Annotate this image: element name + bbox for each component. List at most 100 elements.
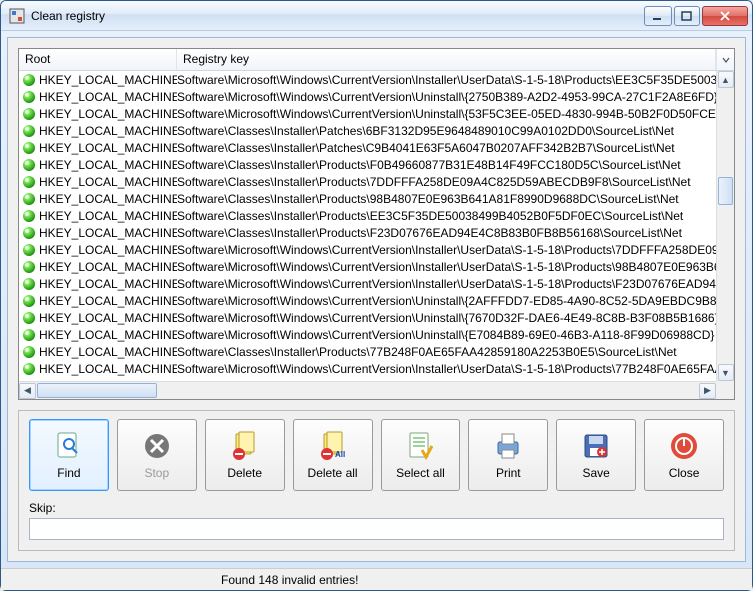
table-row[interactable]: HKEY_LOCAL_MACHINESoftware\Microsoft\Win… — [19, 275, 716, 292]
cell-root: HKEY_LOCAL_MACHINE — [39, 107, 177, 121]
cell-key: Software\Microsoft\Windows\CurrentVersio… — [177, 260, 716, 274]
cell-root: HKEY_LOCAL_MACHINE — [39, 243, 177, 257]
cell-root: HKEY_LOCAL_MACHINE — [39, 277, 177, 291]
table-row[interactable]: HKEY_LOCAL_MACHINESoftware\Microsoft\Win… — [19, 309, 716, 326]
cell-root: HKEY_LOCAL_MACHINE — [39, 362, 177, 376]
table-row[interactable]: HKEY_LOCAL_MACHINESoftware\Classes\Insta… — [19, 173, 716, 190]
status-bullet-icon — [22, 277, 36, 291]
scroll-left-icon[interactable]: ◀ — [19, 383, 36, 399]
button-label: Delete all — [308, 466, 358, 480]
scroll-up-icon[interactable]: ▲ — [718, 71, 734, 88]
status-bullet-icon — [22, 141, 36, 155]
save-icon — [580, 430, 612, 462]
horizontal-scrollbar[interactable]: ◀ ▶ — [19, 381, 716, 399]
delete-button[interactable]: Delete — [205, 419, 285, 491]
table-row[interactable]: HKEY_LOCAL_MACHINESoftware\Microsoft\Win… — [19, 258, 716, 275]
cell-key: Software\Classes\Installer\Products\F23D… — [177, 226, 716, 240]
column-overflow[interactable] — [716, 49, 734, 70]
status-bullet-icon — [22, 362, 36, 376]
skip-input[interactable] — [29, 518, 724, 540]
table-row[interactable]: HKEY_LOCAL_MACHINESoftware\Microsoft\Win… — [19, 71, 716, 88]
scroll-corner — [716, 381, 734, 399]
cell-key: Software\Microsoft\Windows\CurrentVersio… — [177, 311, 716, 325]
cell-root: HKEY_LOCAL_MACHINE — [39, 192, 177, 206]
table-row[interactable]: HKEY_LOCAL_MACHINESoftware\Microsoft\Win… — [19, 105, 716, 122]
cell-key: Software\Microsoft\Windows\CurrentVersio… — [177, 277, 716, 291]
table-row[interactable]: HKEY_LOCAL_MACHINESoftware\Classes\Insta… — [19, 343, 716, 360]
select-all-button[interactable]: Select all — [381, 419, 461, 491]
cell-key: Software\Microsoft\Windows\CurrentVersio… — [177, 243, 716, 257]
app-icon — [9, 8, 25, 24]
cell-root: HKEY_LOCAL_MACHINE — [39, 158, 177, 172]
cell-key: Software\Classes\Installer\Products\EE3C… — [177, 209, 716, 223]
cell-key: Software\Classes\Installer\Products\7DDF… — [177, 175, 716, 189]
status-bullet-icon — [22, 260, 36, 274]
minimize-button[interactable] — [644, 6, 672, 26]
table-row[interactable]: HKEY_LOCAL_MACHINESoftware\Classes\Insta… — [19, 207, 716, 224]
scroll-thumb-vertical[interactable] — [718, 177, 733, 205]
select-all-icon — [404, 430, 436, 462]
close-icon — [668, 430, 700, 462]
find-icon — [53, 430, 85, 462]
close-button[interactable]: Close — [644, 419, 724, 491]
table-row[interactable]: HKEY_LOCAL_MACHINESoftware\Microsoft\Win… — [19, 360, 716, 377]
button-label: Stop — [144, 466, 169, 480]
cell-root: HKEY_LOCAL_MACHINE — [39, 124, 177, 138]
cell-key: Software\Microsoft\Windows\CurrentVersio… — [177, 90, 716, 104]
button-label: Save — [583, 466, 610, 480]
table-row[interactable]: HKEY_LOCAL_MACHINESoftware\Classes\Insta… — [19, 156, 716, 173]
scroll-down-icon[interactable]: ▼ — [718, 364, 734, 381]
status-bullet-icon — [22, 345, 36, 359]
table-row[interactable]: HKEY_LOCAL_MACHINESoftware\Classes\Insta… — [19, 139, 716, 156]
scroll-right-icon[interactable]: ▶ — [699, 383, 716, 399]
list-header: Root Registry key — [19, 49, 734, 71]
button-label: Select all — [396, 466, 445, 480]
scroll-thumb-horizontal[interactable] — [37, 383, 157, 398]
svg-text:All: All — [335, 450, 345, 459]
column-root[interactable]: Root — [19, 49, 177, 70]
status-bullet-icon — [22, 226, 36, 240]
status-bullet-icon — [22, 192, 36, 206]
print-button[interactable]: Print — [468, 419, 548, 491]
table-row[interactable]: HKEY_LOCAL_MACHINESoftware\Microsoft\Win… — [19, 326, 716, 343]
client-area: Root Registry key HKEY_LOCAL_MACHINESoft… — [7, 37, 746, 562]
button-label: Close — [669, 466, 700, 480]
cell-root: HKEY_LOCAL_MACHINE — [39, 328, 177, 342]
maximize-button[interactable] — [674, 6, 700, 26]
cell-key: Software\Microsoft\Windows\CurrentVersio… — [177, 107, 716, 121]
table-row[interactable]: HKEY_LOCAL_MACHINESoftware\Microsoft\Win… — [19, 241, 716, 258]
table-row[interactable]: HKEY_LOCAL_MACHINESoftware\Microsoft\Win… — [19, 88, 716, 105]
save-button[interactable]: Save — [556, 419, 636, 491]
button-label: Delete — [227, 466, 262, 480]
cell-root: HKEY_LOCAL_MACHINE — [39, 311, 177, 325]
find-button[interactable]: Find — [29, 419, 109, 491]
cell-key: Software\Microsoft\Windows\CurrentVersio… — [177, 328, 716, 342]
cell-key: Software\Microsoft\Windows\CurrentVersio… — [177, 294, 716, 308]
cell-key: Software\Classes\Installer\Patches\6BF31… — [177, 124, 716, 138]
cell-root: HKEY_LOCAL_MACHINE — [39, 226, 177, 240]
table-row[interactable]: HKEY_LOCAL_MACHINESoftware\Classes\Insta… — [19, 224, 716, 241]
cell-root: HKEY_LOCAL_MACHINE — [39, 141, 177, 155]
cell-key: Software\Classes\Installer\Products\77B2… — [177, 345, 716, 359]
status-text: Found 148 invalid entries! — [221, 573, 358, 587]
table-row[interactable]: HKEY_LOCAL_MACHINESoftware\Classes\Insta… — [19, 122, 716, 139]
table-row[interactable]: HKEY_LOCAL_MACHINESoftware\Classes\Insta… — [19, 190, 716, 207]
stop-button[interactable]: Stop — [117, 419, 197, 491]
skip-label: Skip: — [29, 501, 724, 515]
cell-root: HKEY_LOCAL_MACHINE — [39, 260, 177, 274]
cell-key: Software\Classes\Installer\Products\F0B4… — [177, 158, 716, 172]
cell-key: Software\Classes\Installer\Products\98B4… — [177, 192, 716, 206]
registry-list[interactable]: Root Registry key HKEY_LOCAL_MACHINESoft… — [18, 48, 735, 400]
toolbar: Find Stop Delete All Delete all Select a… — [18, 410, 735, 551]
delete-all-button[interactable]: All Delete all — [293, 419, 373, 491]
title-bar[interactable]: Clean registry — [1, 1, 752, 31]
cell-key: Software\Classes\Installer\Patches\C9B40… — [177, 141, 716, 155]
column-key[interactable]: Registry key — [177, 49, 716, 70]
status-bullet-icon — [22, 311, 36, 325]
status-bullet-icon — [22, 90, 36, 104]
window-title: Clean registry — [31, 9, 644, 23]
table-row[interactable]: HKEY_LOCAL_MACHINESoftware\Microsoft\Win… — [19, 292, 716, 309]
print-icon — [492, 430, 524, 462]
close-window-button[interactable] — [702, 6, 748, 26]
vertical-scrollbar[interactable]: ▲ ▼ — [716, 71, 734, 381]
